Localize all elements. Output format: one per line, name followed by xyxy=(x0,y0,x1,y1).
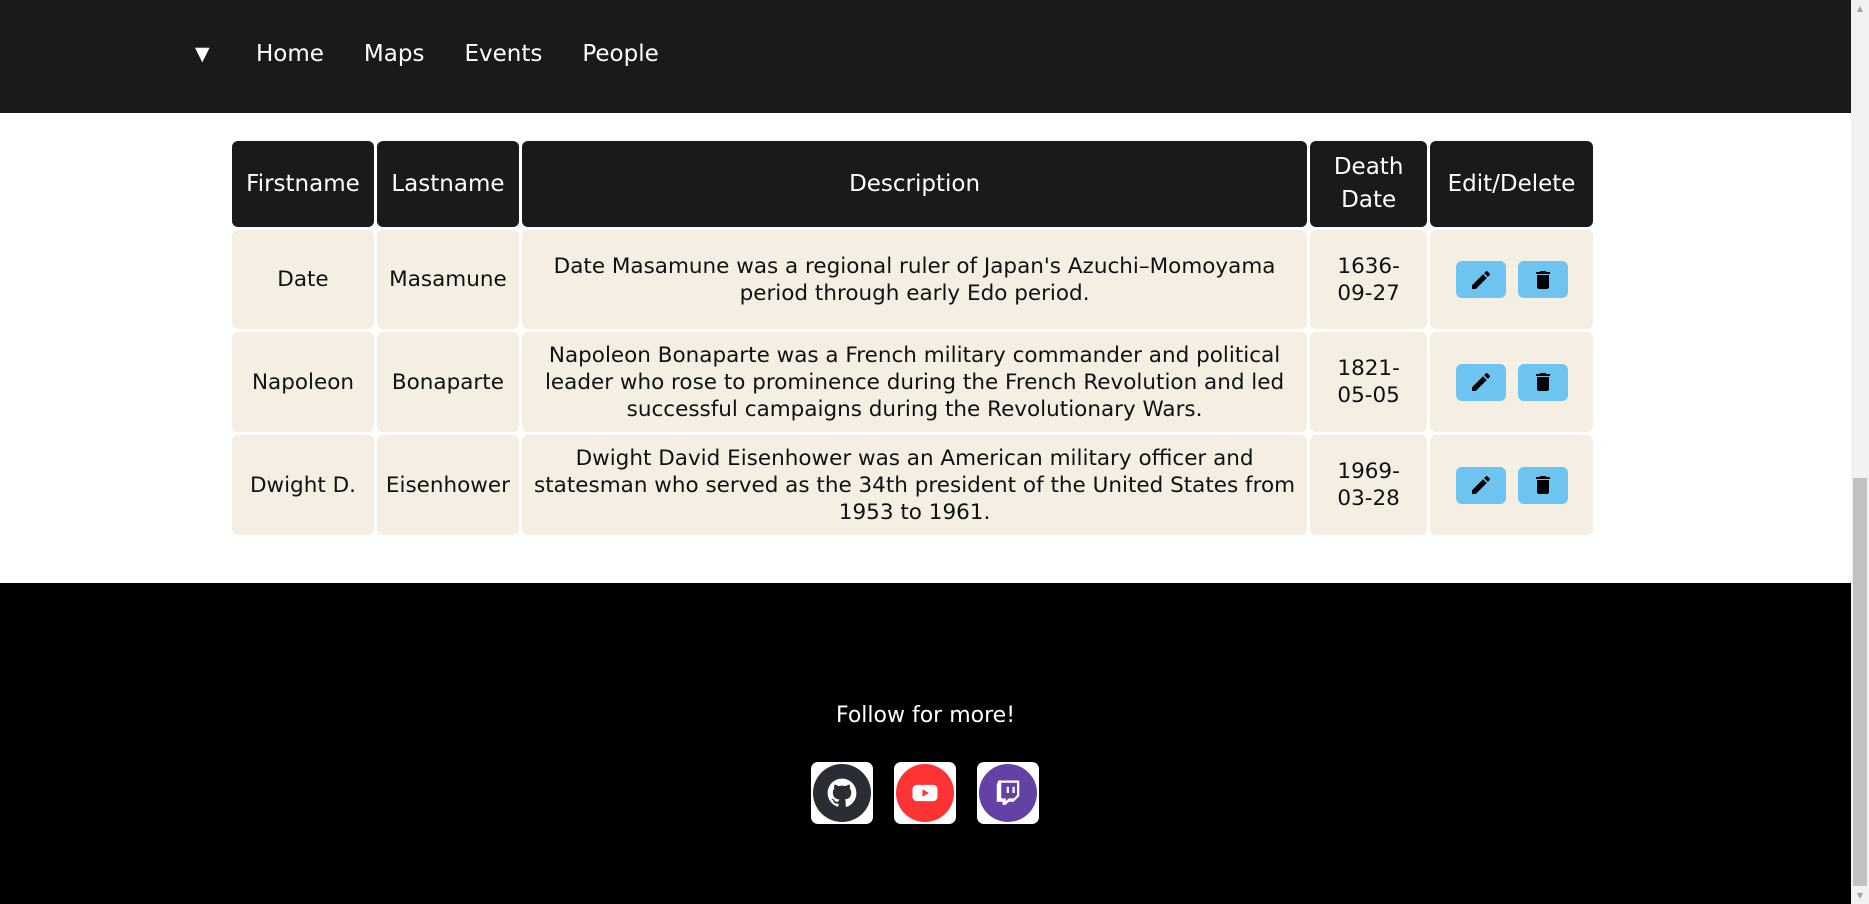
death-date-part1: 1821- xyxy=(1337,356,1400,381)
nav-link-people[interactable]: People xyxy=(582,39,658,69)
pencil-icon xyxy=(1471,475,1490,494)
nav-links: Home Maps Events People xyxy=(256,39,659,69)
cell-actions xyxy=(1430,332,1593,432)
trash-icon xyxy=(1535,373,1550,391)
delete-button[interactable] xyxy=(1517,363,1568,401)
people-table: Firstname Lastname Description Death Dat… xyxy=(229,138,1596,538)
table-row: Date Masamune Date Masamune was a region… xyxy=(232,230,1593,329)
scroll-up-arrow-icon[interactable]: ▲ xyxy=(1851,0,1869,17)
scrollbar-thumb[interactable] xyxy=(1853,478,1867,886)
death-date-part2: 03-28 xyxy=(1337,486,1400,511)
cell-actions xyxy=(1430,230,1593,329)
scroll-down-arrow-icon[interactable]: ▼ xyxy=(1851,887,1869,904)
cell-description: Napoleon Bonaparte was a French military… xyxy=(521,332,1308,432)
header-firstname: Firstname xyxy=(232,141,374,227)
nav-link-events[interactable]: Events xyxy=(464,39,542,69)
nav-link-maps[interactable]: Maps xyxy=(364,39,425,69)
header-description: Description xyxy=(521,141,1308,227)
github-link[interactable] xyxy=(811,762,873,824)
social-links xyxy=(811,762,1039,824)
edit-button[interactable] xyxy=(1455,363,1506,401)
youtube-link[interactable] xyxy=(894,762,956,824)
github-icon xyxy=(813,764,871,822)
table-header-row: Firstname Lastname Description Death Dat… xyxy=(232,141,1593,227)
death-date-part2: 09-27 xyxy=(1337,280,1400,306)
people-table-container: Firstname Lastname Description Death Dat… xyxy=(232,138,1599,538)
cell-lastname: Eisenhower xyxy=(376,435,519,535)
twitch-link[interactable] xyxy=(977,762,1039,824)
cell-lastname: Masamune xyxy=(376,230,519,329)
cell-death-date: 1636- 09-27 xyxy=(1310,230,1428,329)
edit-button[interactable] xyxy=(1455,466,1506,504)
vertical-scrollbar[interactable]: ▲ ▼ xyxy=(1851,0,1869,904)
cell-description: Dwight David Eisenhower was an American … xyxy=(521,435,1308,535)
cell-actions xyxy=(1430,435,1593,535)
footer-title: Follow for more! xyxy=(835,703,1016,728)
edit-button[interactable] xyxy=(1455,261,1506,298)
cell-death-date: 1821- 05-05 xyxy=(1310,332,1428,432)
cell-firstname: Date xyxy=(232,230,374,329)
pencil-icon xyxy=(1471,372,1490,391)
cell-firstname: Dwight D. xyxy=(232,435,374,535)
delete-button[interactable] xyxy=(1517,261,1568,298)
header-death-date: Death Date xyxy=(1310,141,1428,227)
table-row: Dwight D. Eisenhower Dwight David Eisenh… xyxy=(232,435,1593,535)
navbar: ▼ Home Maps Events People xyxy=(0,0,1851,113)
footer: Follow for more! xyxy=(0,583,1851,904)
header-death-date-line2: Date xyxy=(1341,187,1397,213)
nav-toggle-caret-icon[interactable]: ▼ xyxy=(195,42,210,66)
pencil-icon xyxy=(1471,270,1490,289)
cell-firstname: Napoleon xyxy=(232,332,374,432)
header-death-date-line1: Death xyxy=(1333,154,1404,180)
trash-icon xyxy=(1535,270,1550,289)
youtube-icon xyxy=(896,764,954,822)
death-date-part2: 05-05 xyxy=(1337,383,1400,408)
header-edit-delete: Edit/Delete xyxy=(1430,141,1593,227)
trash-icon xyxy=(1535,476,1550,494)
death-date-part1: 1636- xyxy=(1337,253,1400,279)
table-row: Napoleon Bonaparte Napoleon Bonaparte wa… xyxy=(232,332,1593,432)
twitch-icon xyxy=(979,764,1037,822)
nav-link-home[interactable]: Home xyxy=(256,39,324,69)
header-lastname: Lastname xyxy=(376,141,519,227)
delete-button[interactable] xyxy=(1517,466,1568,504)
cell-death-date: 1969- 03-28 xyxy=(1310,435,1428,535)
death-date-part1: 1969- xyxy=(1337,459,1400,484)
cell-description: Date Masamune was a regional ruler of Ja… xyxy=(521,230,1308,329)
page: ▼ Home Maps Events People Firstname Last… xyxy=(0,0,1851,904)
cell-lastname: Bonaparte xyxy=(376,332,519,432)
